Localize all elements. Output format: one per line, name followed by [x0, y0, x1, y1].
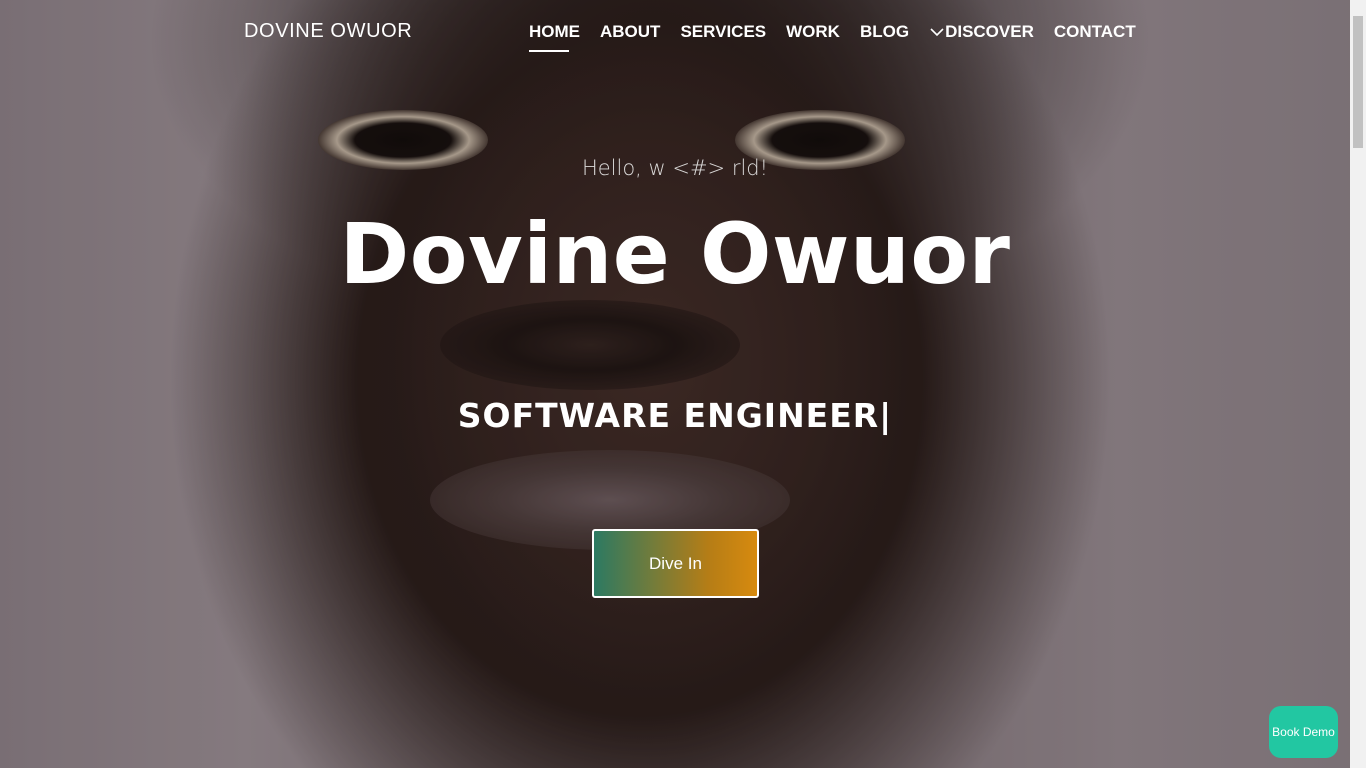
nav-item-blog[interactable]: BLOG [860, 20, 909, 44]
book-demo-label: Book Demo [1272, 724, 1335, 739]
dive-in-button[interactable]: Dive In [592, 529, 759, 598]
nav-item-services[interactable]: SERVICES [680, 20, 766, 44]
hero-overlay [0, 0, 1366, 768]
nav-item-contact[interactable]: CONTACT [1054, 20, 1136, 44]
dive-in-button-label: Dive In [649, 553, 702, 573]
hero-role-typewriter: SOFTWARE ENGINEER| [457, 396, 893, 435]
top-navigation: DOVINE OWUOR HOME ABOUT SERVICES WORK BL… [0, 0, 1350, 64]
nav-item-label: BLOG [859, 22, 910, 41]
book-demo-button[interactable]: Book Demo [1269, 706, 1338, 758]
nav-item-label: SERVICES [680, 22, 767, 41]
chevron-down-icon [930, 28, 944, 37]
nav-item-label: WORK [786, 22, 840, 41]
hero-greeting: Hello, w <#> rld! [581, 156, 769, 180]
scrollbar-thumb[interactable] [1353, 16, 1363, 148]
page-scrollbar[interactable] [1350, 0, 1366, 768]
nav-item-work[interactable]: WORK [786, 20, 840, 44]
hero-name-heading: Dovine Owuor [339, 205, 1011, 303]
nav-menu: HOME ABOUT SERVICES WORK BLOG DISCOVER C… [529, 20, 1156, 52]
nav-item-home[interactable]: HOME [529, 20, 580, 52]
nav-item-about[interactable]: ABOUT [600, 20, 660, 44]
nav-item-label: DISCOVER [945, 22, 1034, 41]
nav-item-discover[interactable]: DISCOVER [929, 20, 1034, 44]
nav-item-label: HOME [529, 22, 580, 41]
brand-logo-text[interactable]: DOVINE OWUOR [244, 20, 412, 43]
nav-item-label: ABOUT [600, 22, 661, 41]
nav-item-label: CONTACT [1053, 22, 1136, 41]
